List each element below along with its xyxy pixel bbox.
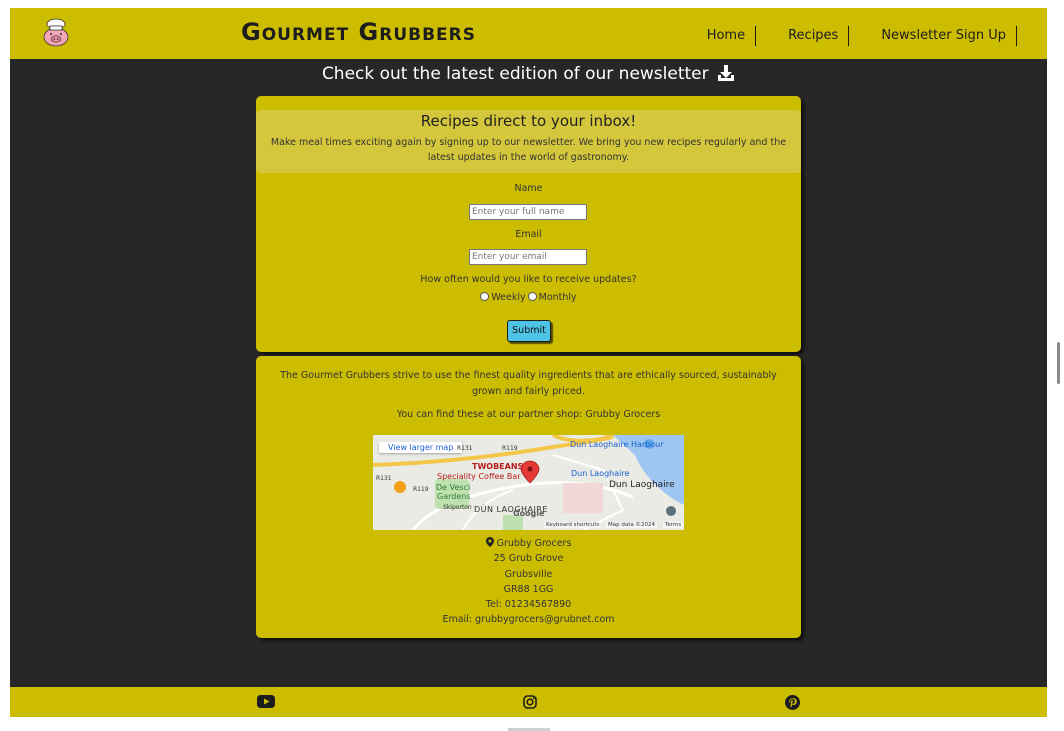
weekly-label: Weekly xyxy=(491,292,526,303)
page-frame: Gourmet Grubbers Home Recipes Newsletter… xyxy=(10,8,1047,717)
instagram-icon[interactable] xyxy=(523,695,537,709)
map-terms-link[interactable]: Terms xyxy=(663,522,684,528)
map-data-credit: Map data ©2024 xyxy=(606,522,657,528)
map-label-road: R119 xyxy=(502,445,518,452)
view-larger-map-link[interactable]: View larger map xyxy=(379,442,463,453)
map-marker-icon xyxy=(485,537,494,547)
map-label-road: R131 xyxy=(376,475,392,482)
map-label-road: R131 xyxy=(457,445,473,452)
submit-button[interactable]: Submit xyxy=(507,320,551,342)
nav-newsletter-sign-up[interactable]: Newsletter Sign Up xyxy=(849,26,1017,46)
newsletter-promo: Recipes direct to your inbox! Make meal … xyxy=(256,110,801,173)
promo-title: Recipes direct to your inbox! xyxy=(420,112,637,130)
pinterest-icon[interactable] xyxy=(785,695,800,710)
ingredients-text: The Gourmet Grubbers strive to use the f… xyxy=(280,370,777,397)
site-title: Gourmet Grubbers xyxy=(241,18,476,46)
monthly-label: Monthly xyxy=(538,292,577,303)
newsletter-card: Recipes direct to your inbox! Make meal … xyxy=(256,96,801,352)
main-nav: Home Recipes Newsletter Sign Up xyxy=(675,26,1017,46)
google-logo: Google xyxy=(513,509,545,518)
site-footer xyxy=(10,687,1047,717)
monthly-radio[interactable] xyxy=(527,292,537,301)
shop-town: Grubsville xyxy=(504,568,553,580)
headline-text: Check out the latest edition of our news… xyxy=(321,64,709,84)
name-input[interactable] xyxy=(469,204,587,220)
weekly-radio[interactable] xyxy=(480,292,490,301)
map-label-town: Dun Laoghaire xyxy=(609,480,675,490)
map-label-station: Dun Laoghaire xyxy=(571,469,630,478)
shop-email: Email: grubbygrocers@grubnet.com xyxy=(442,614,615,626)
promo-text: Make meal times exciting again by signin… xyxy=(270,137,787,163)
map-label-gardens: De Vesci xyxy=(436,483,471,492)
chef-pig-logo-icon[interactable] xyxy=(41,18,71,48)
map-label-gardens: Gardens xyxy=(437,492,471,501)
email-input[interactable] xyxy=(469,249,587,265)
nav-home[interactable]: Home xyxy=(675,26,757,46)
shop-address: Grubby Grocers 25 Grub Grove Grubsville … xyxy=(256,536,801,628)
map-keyboard-shortcuts[interactable]: Keyboard shortcuts xyxy=(544,522,602,528)
nav-recipes[interactable]: Recipes xyxy=(756,26,850,46)
scrollbar-thumb[interactable] xyxy=(1057,342,1060,384)
shop-telephone: Tel: 01234567890 xyxy=(485,599,572,611)
map-label-street: Skiporton xyxy=(443,504,472,511)
youtube-icon[interactable] xyxy=(257,695,275,708)
partner-shop-card: The Gourmet Grubbers strive to use the f… xyxy=(256,356,801,638)
shop-name: Grubby Grocers xyxy=(496,538,572,549)
site-header: Gourmet Grubbers Home Recipes Newsletter… xyxy=(10,8,1047,59)
frequency-label: How often would you like to receive upda… xyxy=(420,274,637,285)
address-name-line: Grubby Grocers xyxy=(256,536,801,551)
map-label-coffee-bar: Speciality Coffee Bar xyxy=(437,472,521,481)
map-label-road: R119 xyxy=(413,486,429,493)
map-label-harbour: Dun Laoghaire Harbour xyxy=(570,440,664,449)
embedded-map[interactable]: View larger map Dun Laoghaire Harbour R1… xyxy=(373,435,684,530)
shop-postcode: GR88 1GG xyxy=(503,583,554,595)
newsletter-download-heading[interactable]: Check out the latest edition of our news… xyxy=(10,63,1047,85)
map-label-twobeans: TWOBEANS xyxy=(472,462,524,471)
email-label: Email xyxy=(515,229,542,240)
name-label: Name xyxy=(514,183,543,194)
download-icon[interactable] xyxy=(717,65,735,82)
frequency-options: Weekly Monthly xyxy=(256,292,801,303)
partner-shop-text: You can find these at our partner shop: … xyxy=(396,409,661,420)
shop-street: 25 Grub Grove xyxy=(493,553,564,565)
